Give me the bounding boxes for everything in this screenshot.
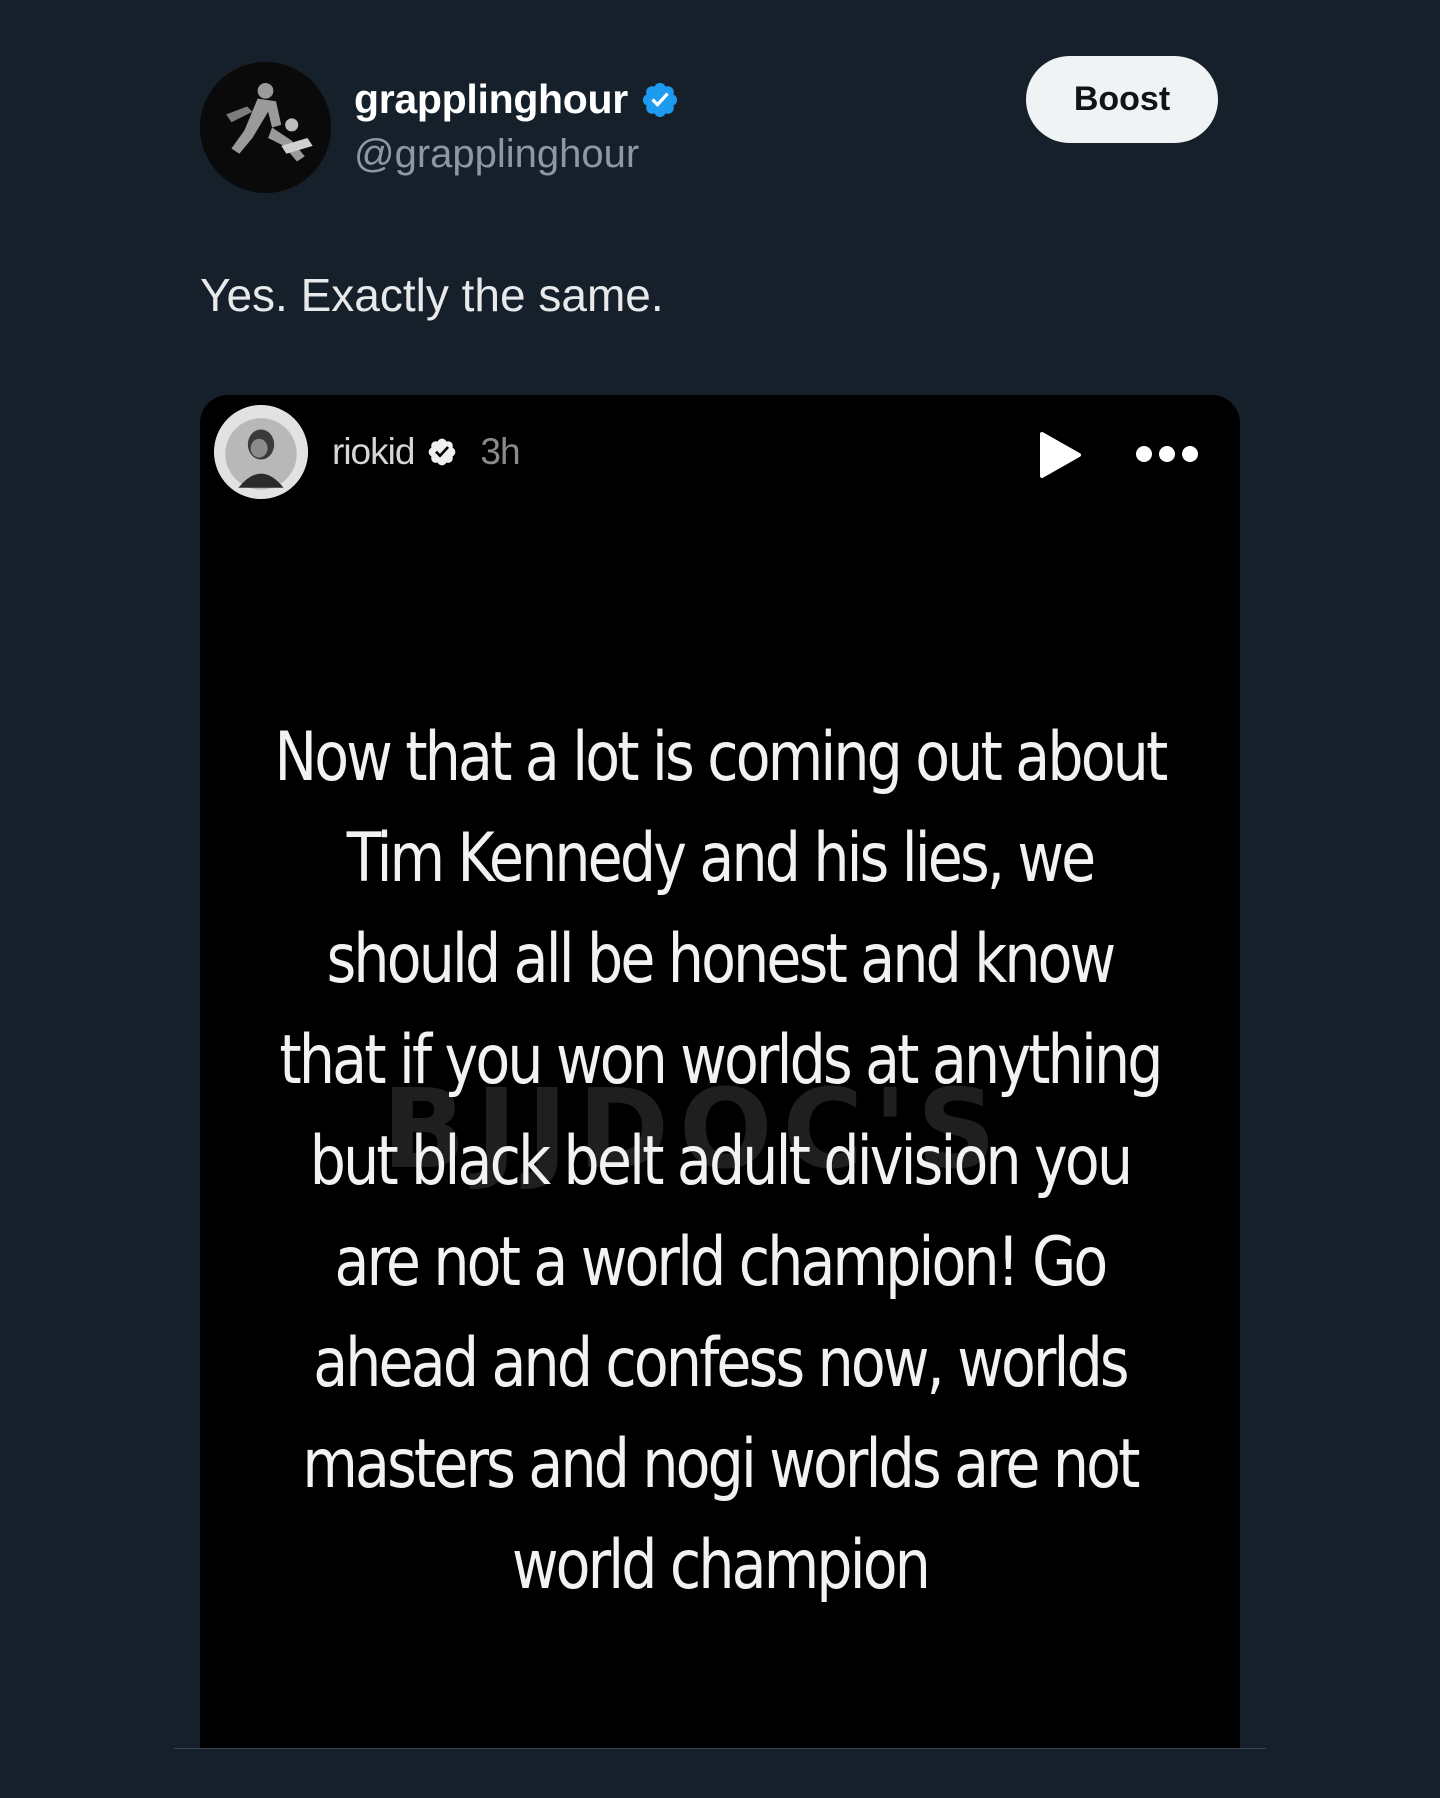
story-timestamp: 3h (480, 431, 520, 472)
author-handle[interactable]: @grapplinghour (354, 132, 639, 177)
boost-button[interactable]: Boost (1026, 56, 1218, 143)
post-text: Yes. Exactly the same. (200, 269, 664, 321)
story-user: riokid 3h (332, 431, 521, 473)
display-name-text[interactable]: grapplinghour (354, 76, 628, 123)
verified-badge-icon[interactable] (640, 80, 680, 120)
more-options-icon (1134, 443, 1200, 465)
play-icon (1038, 431, 1082, 479)
author-display-name[interactable]: grapplinghour (354, 76, 680, 123)
story-caption: Now that a lot is coming out about Tim K… (274, 718, 1168, 1605)
post: grapplinghour @grapplinghour Boost Yes. … (0, 0, 1440, 1798)
story-avatar (214, 405, 308, 499)
story-username: riokid (332, 431, 415, 472)
post-media-image[interactable]: riokid 3h BJJDOC'S Now that a lot is com… (200, 395, 1240, 1748)
grappling-avatar-icon (200, 62, 331, 193)
story-verified-icon (426, 436, 458, 468)
post-divider (174, 1748, 1266, 1749)
author-avatar[interactable] (200, 62, 331, 193)
